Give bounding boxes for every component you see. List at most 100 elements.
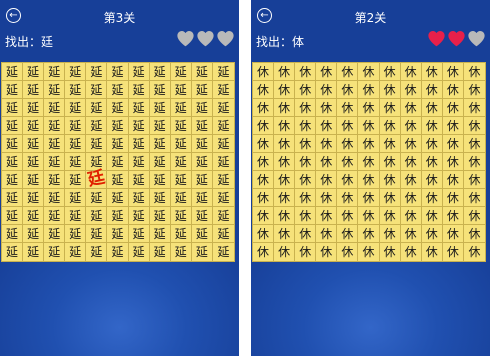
- grid-cell[interactable]: 休: [337, 135, 359, 153]
- grid-cell[interactable]: 休: [337, 189, 359, 207]
- grid-cell[interactable]: 休: [253, 63, 275, 81]
- grid-cell[interactable]: 延: [128, 63, 150, 81]
- grid-cell[interactable]: 延: [86, 63, 108, 81]
- grid-cell[interactable]: 延: [107, 99, 129, 117]
- grid-cell[interactable]: 延: [2, 171, 24, 189]
- grid-cell[interactable]: 休: [295, 99, 317, 117]
- grid-cell[interactable]: 延: [23, 171, 45, 189]
- grid-cell[interactable]: 延: [128, 189, 150, 207]
- grid-cell[interactable]: 休: [422, 243, 443, 261]
- grid-cell[interactable]: 休: [421, 135, 443, 153]
- grid-cell[interactable]: 延: [212, 153, 234, 171]
- grid-cell[interactable]: 休: [421, 189, 443, 207]
- grid-cell[interactable]: 休: [274, 117, 296, 135]
- grid-cell[interactable]: 休: [421, 117, 443, 135]
- grid-cell[interactable]: 延: [65, 63, 87, 81]
- grid-cell[interactable]: 延: [65, 81, 87, 99]
- grid-cell[interactable]: 休: [295, 135, 317, 153]
- grid-cell[interactable]: 延: [170, 81, 192, 99]
- grid-cell[interactable]: 延: [23, 153, 45, 171]
- grid-cell[interactable]: 延: [23, 135, 45, 153]
- grid-cell[interactable]: 延: [191, 135, 213, 153]
- grid-cell[interactable]: 延: [23, 63, 45, 81]
- grid-cell[interactable]: 延: [212, 225, 234, 243]
- grid-cell[interactable]: 延: [2, 117, 24, 135]
- grid-cell[interactable]: 休: [400, 171, 422, 189]
- grid-cell[interactable]: 延: [191, 207, 213, 225]
- grid-cell[interactable]: 延: [107, 81, 129, 99]
- grid-cell[interactable]: 休: [358, 117, 380, 135]
- grid-cell[interactable]: 延: [44, 243, 66, 261]
- grid-cell[interactable]: 延: [149, 135, 171, 153]
- grid-cell[interactable]: 休: [443, 243, 464, 261]
- grid-cell[interactable]: 延: [150, 243, 171, 261]
- grid-cell[interactable]: 休: [421, 207, 443, 225]
- grid-cell[interactable]: 休: [400, 225, 422, 243]
- grid-cell[interactable]: 延: [65, 171, 87, 189]
- grid-cell[interactable]: 延: [44, 153, 66, 171]
- grid-cell[interactable]: 休: [295, 243, 317, 261]
- grid-cell[interactable]: 休: [274, 63, 296, 81]
- grid-cell[interactable]: 休: [421, 225, 443, 243]
- grid-cell[interactable]: 延: [44, 135, 66, 153]
- grid-cell[interactable]: 延: [23, 81, 45, 99]
- grid-cell[interactable]: 休: [295, 117, 317, 135]
- grid-cell[interactable]: 延: [65, 135, 87, 153]
- grid-cell[interactable]: 延: [23, 207, 45, 225]
- grid-cell[interactable]: 休: [379, 207, 401, 225]
- grid-cell[interactable]: 延: [44, 99, 66, 117]
- grid-cell[interactable]: 延: [65, 99, 87, 117]
- grid-cell[interactable]: 延: [170, 117, 192, 135]
- grid-cell[interactable]: 休: [316, 153, 338, 171]
- grid-cell[interactable]: 延: [44, 81, 66, 99]
- grid-cell[interactable]: 延: [107, 135, 129, 153]
- grid-cell[interactable]: 休: [253, 117, 275, 135]
- grid-cell[interactable]: 延: [86, 81, 108, 99]
- grid-cell[interactable]: 休: [316, 207, 338, 225]
- grid-cell[interactable]: 延: [170, 99, 192, 117]
- grid-cell[interactable]: 休: [358, 243, 380, 261]
- grid-cell[interactable]: 休: [337, 99, 359, 117]
- grid-cell[interactable]: 延: [23, 243, 45, 261]
- grid-cell[interactable]: 休: [379, 225, 401, 243]
- grid-cell[interactable]: 延: [107, 207, 129, 225]
- grid-cell[interactable]: 休: [253, 81, 275, 99]
- grid-cell[interactable]: 延: [2, 243, 24, 261]
- grid-cell[interactable]: 延: [170, 153, 192, 171]
- grid-cell[interactable]: 休: [358, 171, 380, 189]
- grid-cell[interactable]: 休: [295, 171, 317, 189]
- grid-cell[interactable]: 延: [128, 207, 150, 225]
- grid-cell[interactable]: 休: [442, 207, 464, 225]
- grid-cell[interactable]: 休: [400, 81, 422, 99]
- grid-cell[interactable]: 休: [295, 63, 317, 81]
- grid-cell[interactable]: 延: [191, 225, 213, 243]
- grid-cell[interactable]: 延: [212, 81, 234, 99]
- grid-cell[interactable]: 休: [442, 99, 464, 117]
- grid-cell[interactable]: 休: [337, 171, 359, 189]
- grid-cell[interactable]: 延: [107, 153, 129, 171]
- grid-cell[interactable]: 休: [274, 207, 296, 225]
- grid-cell[interactable]: 休: [379, 117, 401, 135]
- grid-cell[interactable]: 休: [442, 117, 464, 135]
- grid-cell[interactable]: 延: [170, 63, 192, 81]
- grid-cell[interactable]: 休: [337, 207, 359, 225]
- grid-cell[interactable]: 休: [274, 171, 296, 189]
- grid-cell[interactable]: 休: [316, 117, 338, 135]
- grid-cell[interactable]: 延: [2, 63, 24, 81]
- grid-cell[interactable]: 休: [316, 189, 338, 207]
- grid-cell[interactable]: 休: [316, 243, 338, 261]
- grid-cell[interactable]: 休: [274, 243, 296, 261]
- grid-cell[interactable]: 延: [128, 153, 150, 171]
- grid-cell[interactable]: 休: [401, 243, 422, 261]
- grid-cell[interactable]: 休: [274, 225, 296, 243]
- grid-cell[interactable]: 延: [191, 99, 213, 117]
- grid-cell[interactable]: 延: [65, 117, 87, 135]
- grid-cell[interactable]: 延: [65, 243, 87, 261]
- grid-cell[interactable]: 休: [274, 135, 296, 153]
- grid-cell[interactable]: 休: [295, 81, 317, 99]
- grid-cell[interactable]: 延: [191, 117, 213, 135]
- grid-cell[interactable]: 延: [170, 207, 192, 225]
- grid-cell[interactable]: 延: [2, 207, 24, 225]
- grid-cell[interactable]: 延: [44, 117, 66, 135]
- grid-cell[interactable]: 休: [316, 171, 338, 189]
